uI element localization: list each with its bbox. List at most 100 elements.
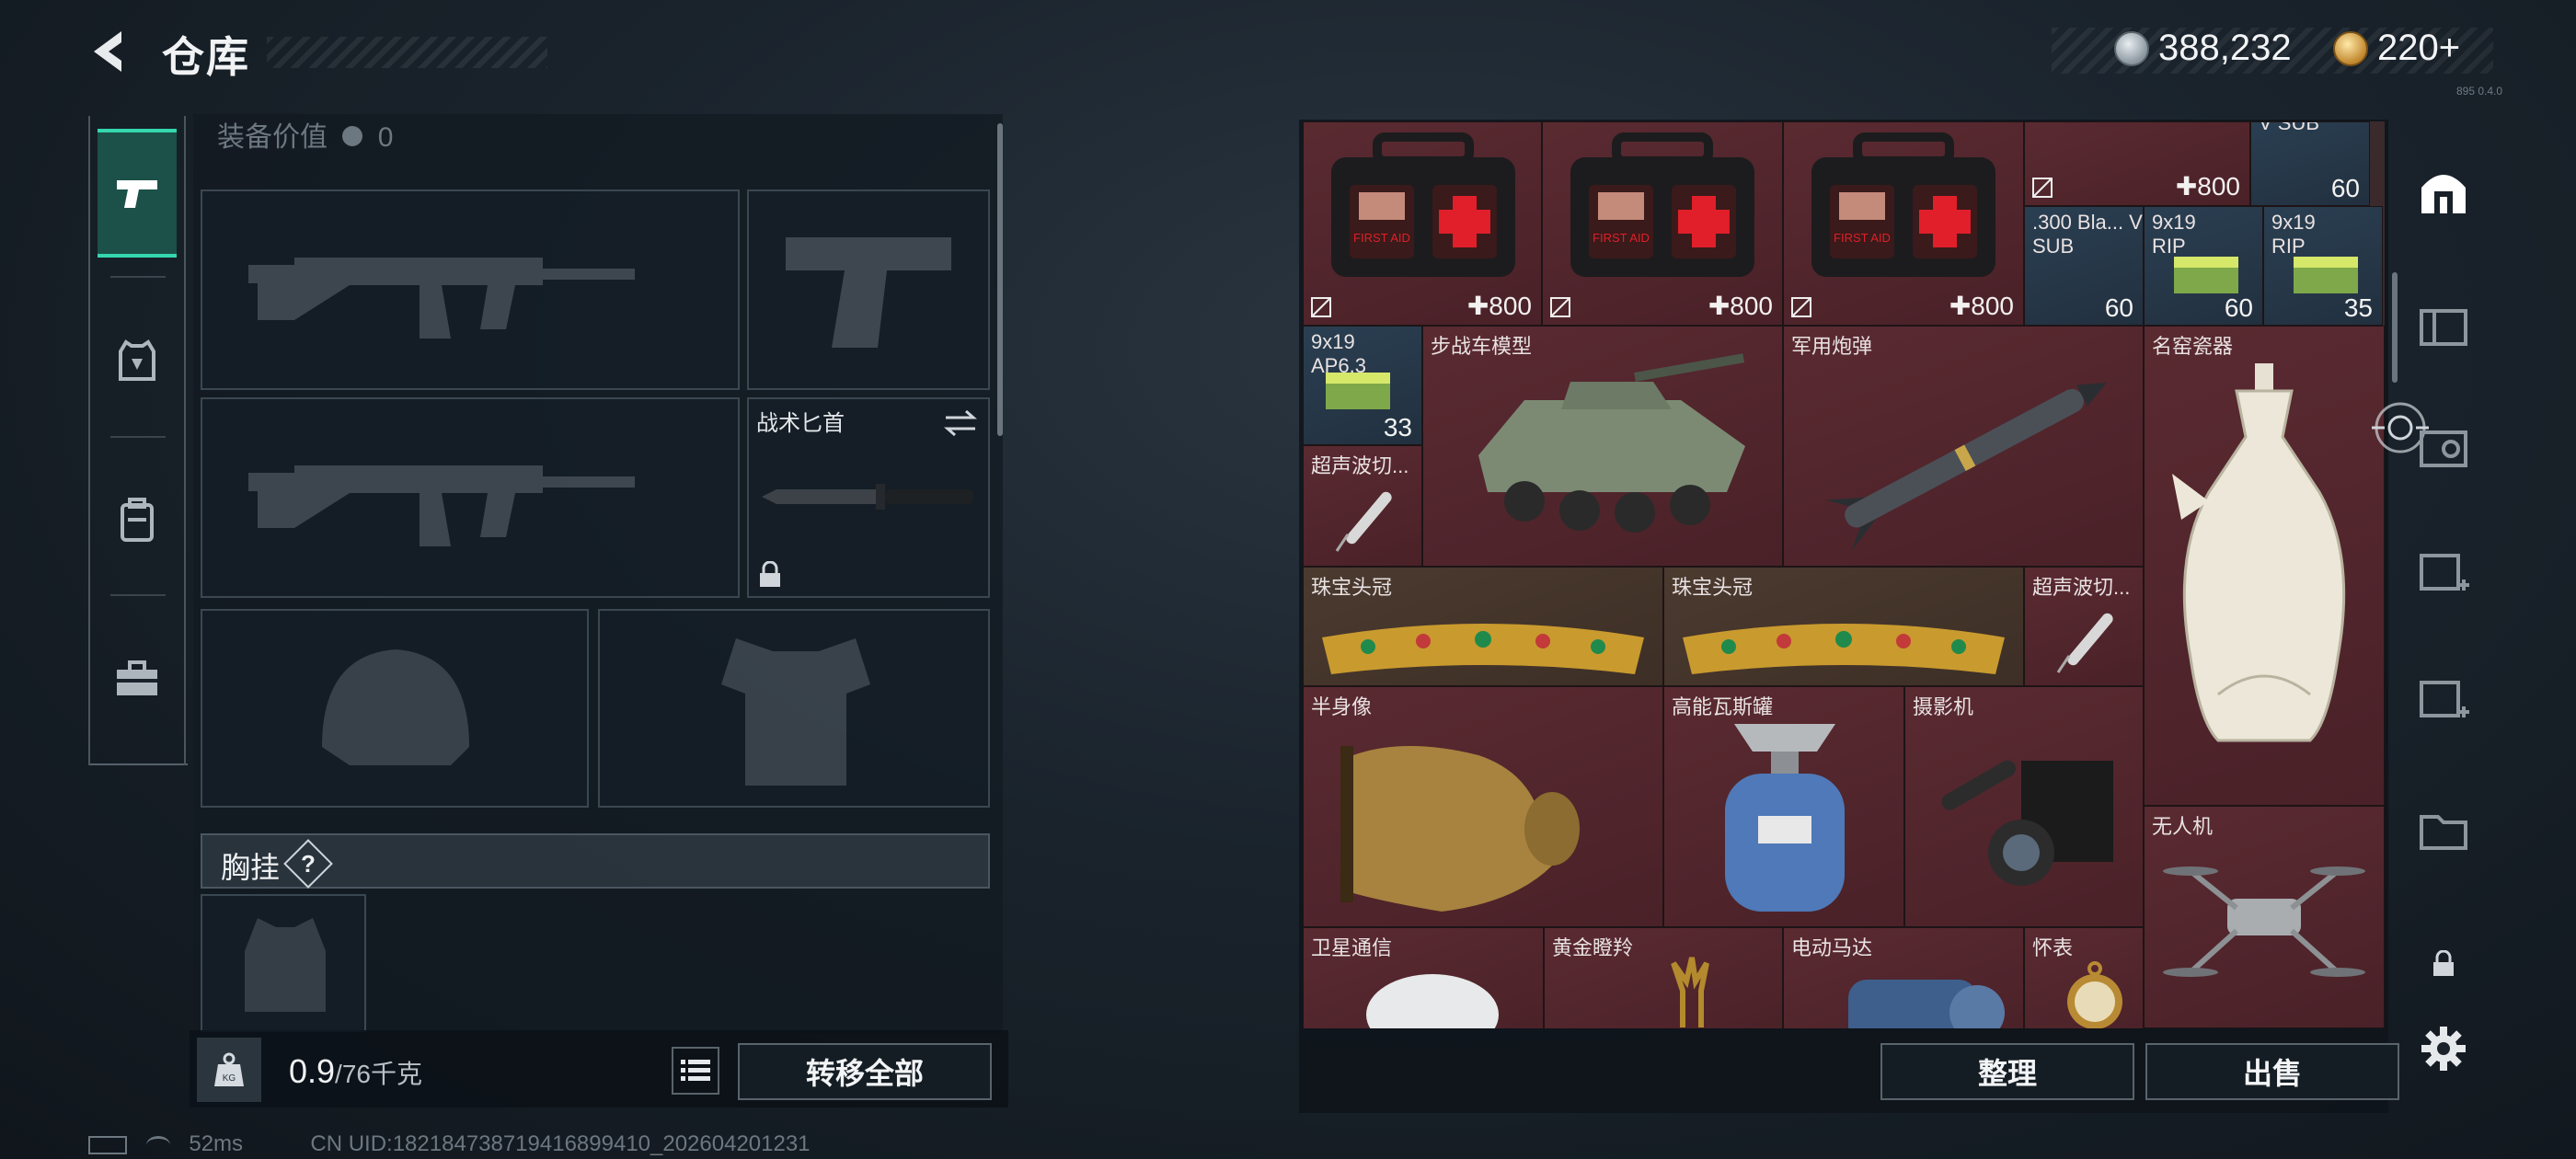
loadout-scrollbar[interactable] <box>997 123 1003 436</box>
sort-button[interactable]: 整理 <box>1880 1043 2134 1100</box>
item-drone[interactable]: 无人机 <box>2144 806 2385 1028</box>
satellite-dish-icon <box>1366 974 1499 1028</box>
item-price: ✚800 <box>1466 292 1532 320</box>
item-bust[interactable]: 半身像 <box>1303 686 1663 927</box>
list-view-button[interactable] <box>672 1047 719 1095</box>
item-porcelain[interactable]: 名窑瓷器 <box>2144 326 2385 806</box>
folder-icon <box>2420 815 2467 850</box>
item-video-camera[interactable]: 摄影机 <box>1904 686 2144 927</box>
item-count: 33 <box>1383 413 1412 442</box>
item-ifv-model[interactable]: 步战车模型 <box>1422 326 1783 567</box>
weight-max: /76千克 <box>335 1060 422 1088</box>
stash-home-button[interactable] <box>2410 158 2477 224</box>
gold-currency-value[interactable]: 220+ <box>2377 28 2460 69</box>
gold-coin-icon <box>2333 31 2368 66</box>
item-name: 超声波切... <box>2032 576 2131 599</box>
add-stash-button[interactable] <box>2410 668 2477 734</box>
body-armor-slot[interactable] <box>598 609 990 808</box>
item-ammo[interactable]: 9x19 RIP 35 <box>2263 206 2383 326</box>
helmet-slot[interactable] <box>201 609 589 808</box>
item-ammo[interactable]: .300 Bla... V SUB 60 <box>2024 206 2144 326</box>
tab-weapons[interactable] <box>98 129 177 258</box>
item-pocket-watch[interactable]: 怀表 <box>2024 927 2144 1028</box>
item-count: 60 <box>2330 174 2360 202</box>
tab-backpack[interactable] <box>98 456 177 585</box>
item-jewel-crown[interactable]: 珠宝头冠 <box>1663 567 2024 686</box>
item-name: 卫星通信 <box>1311 936 1393 959</box>
item-name: 超声波切... <box>1311 454 1409 477</box>
stash-cabinet-icon <box>2420 309 2467 346</box>
stash-tab-2[interactable] <box>2410 294 2477 361</box>
item-gas-canister[interactable]: 高能瓦斯罐 <box>1663 686 1904 927</box>
tab-toolbox[interactable] <box>98 614 177 743</box>
swap-icon[interactable] <box>942 408 979 438</box>
item-satellite-comm[interactable]: 卫星通信 <box>1303 927 1544 1028</box>
item-first-aid-kit[interactable]: FIRST AID ✚800 <box>1783 121 2024 326</box>
stash-grid: FIRST AID ✚800 FIRST AID ✚800 FIRST AID … <box>1303 121 2385 1028</box>
coin-small-icon <box>342 126 363 146</box>
primary-weapon-slot[interactable] <box>201 189 740 390</box>
equip-value-label: 装备价值 <box>217 122 328 153</box>
item-jewel-crown[interactable]: 珠宝头冠 <box>1303 567 1663 686</box>
pistol-icon <box>117 180 157 208</box>
armored-vehicle-icon <box>1478 353 1745 533</box>
lock-icon <box>760 561 780 587</box>
no-drop-icon <box>1309 295 1333 319</box>
svg-text:FIRST AID: FIRST AID <box>1353 231 1410 245</box>
item-ammo[interactable]: V SUB 60 <box>2250 121 2370 206</box>
status-bar: 52ms CN UID:18218473871941689941​0_20260… <box>88 1131 811 1157</box>
porcelain-vase-icon <box>2172 363 2346 742</box>
chest-rig-label: 胸挂 <box>221 851 281 884</box>
item-name: 无人机 <box>2152 815 2214 838</box>
item-ammo[interactable]: 9x19 RIP 60 <box>2144 206 2263 326</box>
gazelle-figurine-icon <box>1671 957 1709 1027</box>
item-first-aid-kit[interactable]: FIRST AID ✚800 <box>1303 121 1542 326</box>
crown-icon <box>1322 624 1644 674</box>
armor-vest-icon <box>119 339 155 381</box>
bust-statue-icon <box>1340 746 1580 912</box>
lock-icon <box>2433 950 2454 976</box>
knife-slot-label: 战术匕首 <box>756 411 845 436</box>
item-ultrasonic-cutter[interactable]: 超声波切... <box>2024 567 2144 686</box>
gear-icon <box>2421 1027 2466 1071</box>
tab-armor[interactable] <box>98 296 177 425</box>
add-cabinet-icon <box>2420 554 2469 591</box>
electric-motor-icon <box>1848 980 2005 1028</box>
item-count: 60 <box>2104 293 2133 322</box>
weight-value: 0.9 <box>289 1052 336 1090</box>
body-armor-silhouette-icon <box>721 638 870 786</box>
settings-button[interactable] <box>2410 1016 2477 1082</box>
item-electric-motor[interactable]: 电动马达 <box>1783 927 2024 1028</box>
stash-scrollbar[interactable] <box>2392 272 2398 383</box>
stash-tab-3[interactable] <box>2410 416 2477 482</box>
item-first-aid-kit[interactable]: ✚800 <box>2024 121 2250 206</box>
item-ammo[interactable]: 9x19 AP6.3 33 <box>1303 326 1422 445</box>
rifle-silhouette-icon <box>248 258 635 339</box>
stash-cabinet-icon <box>2420 430 2467 467</box>
sell-button[interactable]: 出售 <box>2145 1043 2399 1100</box>
item-ultrasonic-cutter[interactable]: 超声波切... <box>1303 445 1422 567</box>
pistol-slot[interactable] <box>747 189 990 390</box>
weight-icon: KG <box>214 1052 244 1086</box>
secondary-weapon-slot[interactable] <box>201 397 740 598</box>
knife-slot[interactable]: 战术匕首 <box>747 397 990 598</box>
item-golden-gazelle[interactable]: 黄金瞪羚 <box>1544 927 1783 1028</box>
tactical-knife-icon <box>762 484 973 510</box>
first-aid-kit-icon: FIRST AID <box>1331 132 1515 277</box>
svg-text:FIRST AID: FIRST AID <box>1593 231 1650 245</box>
item-first-aid-kit[interactable]: FIRST AID ✚800 <box>1542 121 1783 326</box>
svg-text:KG: KG <box>223 1073 236 1084</box>
transfer-all-button[interactable]: 转移全部 <box>738 1043 992 1100</box>
stash-tab-folder[interactable] <box>2410 798 2477 865</box>
add-stash-button[interactable] <box>2410 541 2477 607</box>
back-arrow-icon[interactable] <box>85 26 136 77</box>
no-drop-icon <box>1548 295 1572 319</box>
pocket-watch-icon <box>2067 961 2122 1028</box>
item-military-shell[interactable]: 军用炮弹 <box>1783 326 2144 567</box>
toolbox-icon <box>117 660 157 695</box>
weight-icon-box: KG <box>197 1038 261 1102</box>
uid-text: CN UID:18218473871941689941​0_2026042012… <box>310 1131 811 1156</box>
ultrasonic-cutter-icon <box>2056 613 2113 673</box>
help-icon[interactable]: ? <box>291 846 326 881</box>
chest-rig-slot[interactable] <box>201 894 366 1032</box>
